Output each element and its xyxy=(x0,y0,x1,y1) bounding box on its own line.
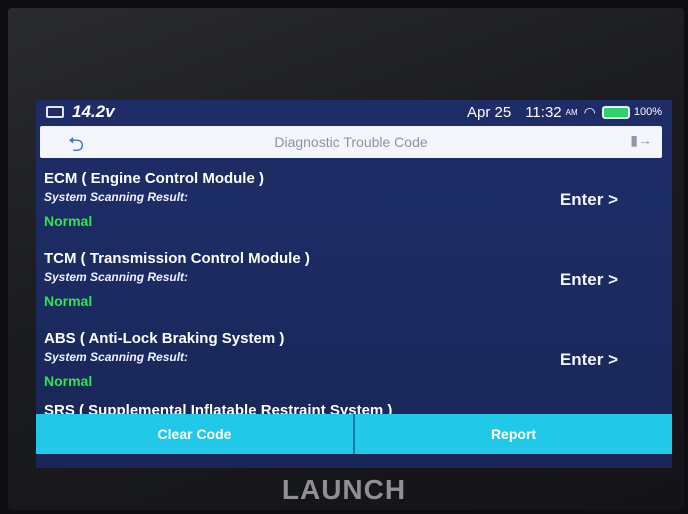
scan-status: Normal xyxy=(44,373,93,389)
system-item-ecm[interactable]: ECM ( Engine Control Module ) System Sca… xyxy=(44,170,672,250)
page-title: Diagnostic Trouble Code xyxy=(274,134,428,150)
system-name: ABS ( Anti-Lock Braking System ) xyxy=(44,330,285,347)
system-name: TCM ( Transmission Control Module ) xyxy=(44,250,310,267)
status-date: Apr 25 xyxy=(467,103,512,121)
back-icon[interactable]: ⮌ xyxy=(68,130,84,164)
status-bar: 14.2v Apr 25 11:32 AM ◠ 100% xyxy=(36,100,672,124)
status-right: Apr 25 11:32 AM ◠ 100% xyxy=(467,100,662,124)
brand-logo: LAUNCH xyxy=(281,474,407,505)
system-name: ECM ( Engine Control Module ) xyxy=(44,170,264,187)
system-item-abs[interactable]: ABS ( Anti-Lock Braking System ) System … xyxy=(44,330,672,410)
scan-status: Normal xyxy=(44,293,93,309)
battery-icon xyxy=(601,105,630,119)
wifi-icon: ◠ xyxy=(583,103,596,120)
report-button[interactable]: Report xyxy=(355,414,672,454)
clear-code-button[interactable]: Clear Code xyxy=(36,414,353,454)
battery-voltage: 14.2v xyxy=(72,102,115,121)
title-bar: ⮌ Diagnostic Trouble Code ▮→ xyxy=(40,126,662,158)
device-screen: 14.2v Apr 25 11:32 AM ◠ 100% ⮌ Diagnosti… xyxy=(36,100,672,468)
enter-button[interactable]: Enter > xyxy=(560,190,618,210)
enter-button[interactable]: Enter > xyxy=(560,270,618,290)
system-item-tcm[interactable]: TCM ( Transmission Control Module ) Syst… xyxy=(44,250,672,330)
status-left: 14.2v xyxy=(46,102,115,122)
scan-status: Normal xyxy=(44,213,93,229)
enter-button[interactable]: Enter > xyxy=(560,350,618,370)
battery-level: 100% xyxy=(633,106,662,118)
system-list[interactable]: ECM ( Engine Control Module ) System Sca… xyxy=(44,170,672,416)
exit-icon[interactable]: ▮→ xyxy=(630,132,652,149)
action-bar: Clear Code Report xyxy=(36,414,672,454)
car-icon xyxy=(46,106,64,118)
status-time: 11:32 xyxy=(525,103,562,121)
status-ampm: AM xyxy=(565,107,578,117)
